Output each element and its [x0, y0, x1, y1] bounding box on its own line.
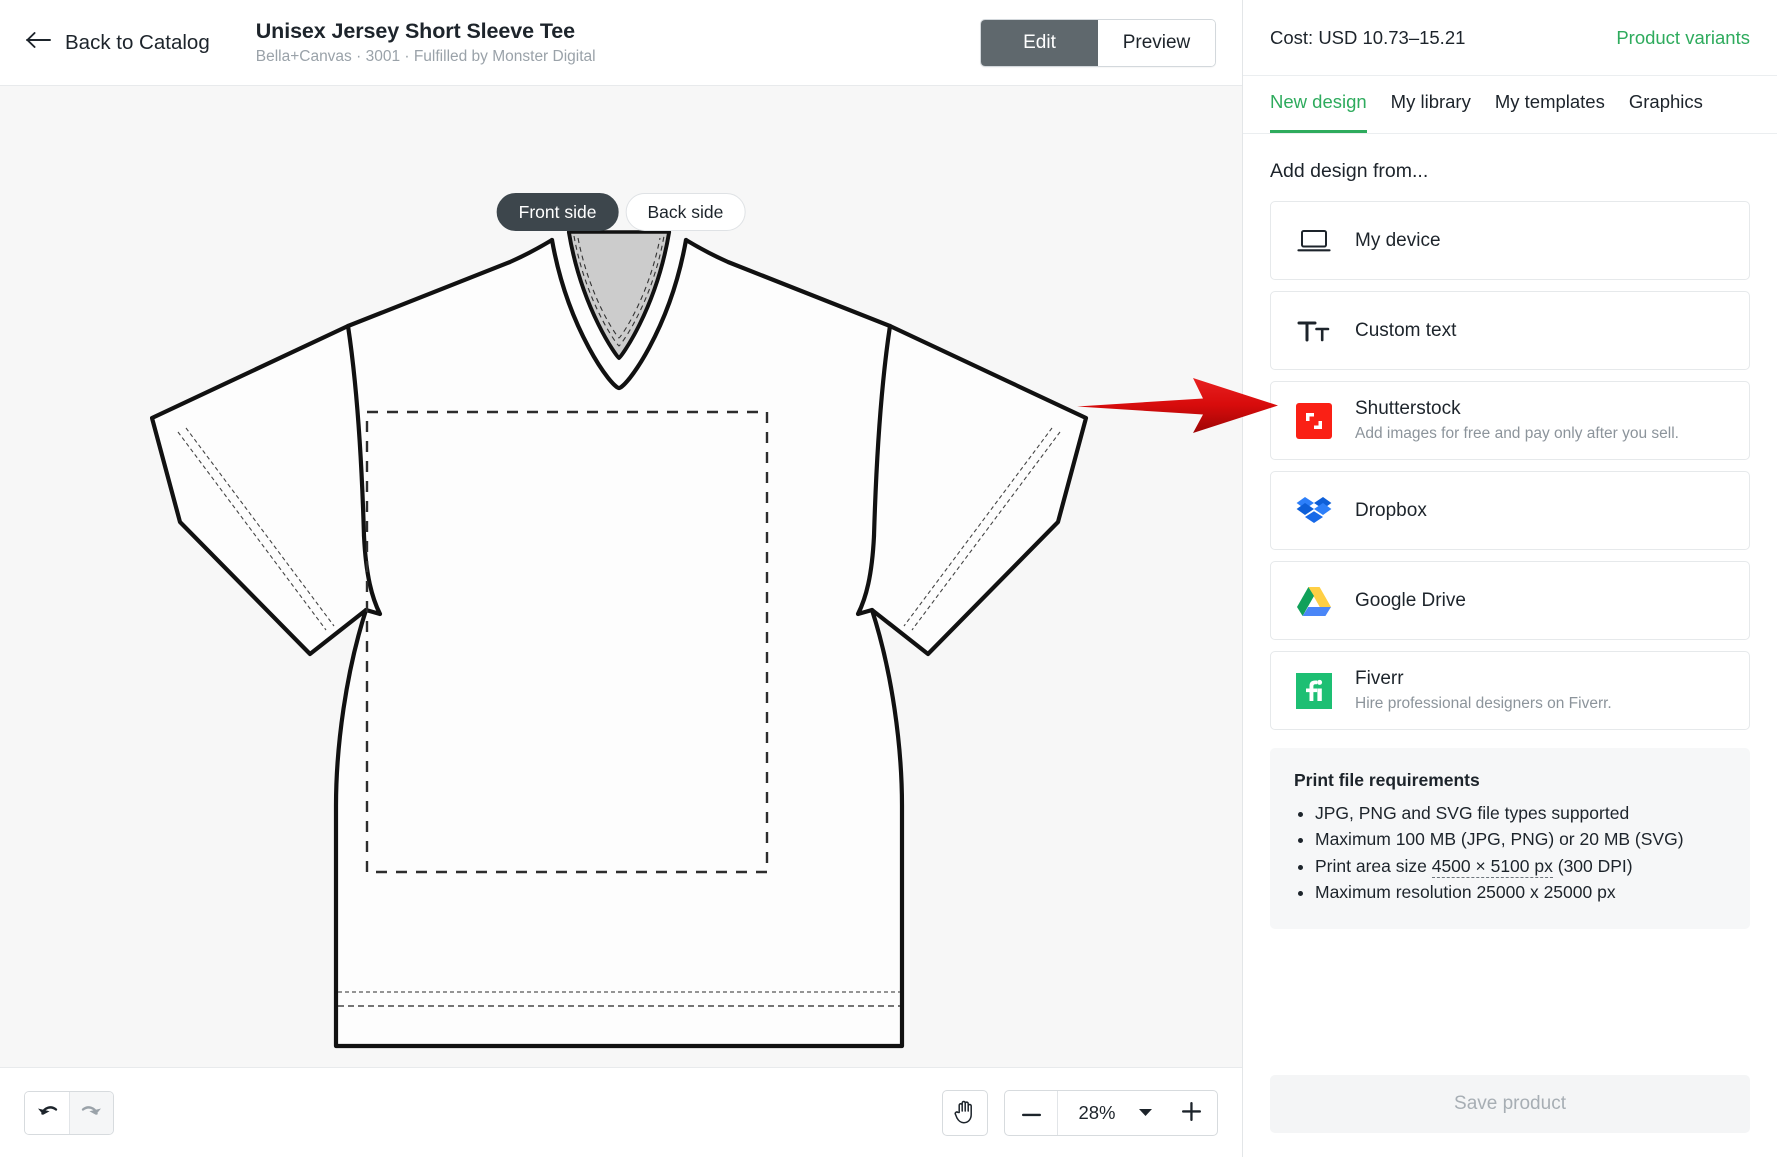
shutterstock-icon: [1293, 402, 1335, 439]
front-side-toggle[interactable]: Front side: [496, 193, 619, 231]
source-dropbox[interactable]: Dropbox: [1270, 471, 1750, 550]
save-product-button[interactable]: Save product: [1270, 1075, 1750, 1133]
tab-graphics[interactable]: Graphics: [1629, 76, 1703, 133]
text-format-icon: [1293, 318, 1335, 344]
product-meta: Bella+Canvas · 3001 · Fulfilled by Monst…: [255, 47, 596, 65]
undo-icon: [35, 1100, 60, 1125]
top-header: Back to Catalog Unisex Jersey Short Slee…: [0, 0, 1242, 86]
source-fiverr[interactable]: Fiverr Hire professional designers on Fi…: [1270, 651, 1750, 730]
source-label: Shutterstock: [1355, 398, 1461, 420]
source-text: Dropbox: [1355, 499, 1427, 523]
tab-my-library[interactable]: My library: [1391, 76, 1471, 133]
print-area-suffix: (300 DPI): [1552, 855, 1633, 876]
source-label: Dropbox: [1355, 499, 1427, 521]
product-title-block: Unisex Jersey Short Sleeve Tee Bella+Can…: [256, 19, 596, 66]
panel-tabs: New design My library My templates Graph…: [1243, 76, 1777, 134]
hand-pan-icon: [953, 1098, 977, 1127]
print-area-value: 4500 × 5100 px: [1431, 855, 1553, 878]
requirement-item: JPG, PNG and SVG file types supported: [1315, 800, 1726, 826]
requirements-list: JPG, PNG and SVG file types supported Ma…: [1294, 800, 1726, 905]
requirement-item-print-area: Print area size 4500 × 5100 px (300 DPI): [1315, 853, 1726, 879]
design-side-panel: Cost: USD 10.73–15.21 Product variants N…: [1243, 0, 1777, 1157]
product-designer-app: Back to Catalog Unisex Jersey Short Slee…: [0, 0, 1777, 1157]
preview-button[interactable]: Preview: [1098, 19, 1215, 66]
redo-icon: [79, 1100, 104, 1125]
source-label: Custom text: [1355, 319, 1457, 341]
print-area-prefix: Print area size: [1315, 855, 1432, 876]
source-shutterstock[interactable]: Shutterstock Add images for free and pay…: [1270, 381, 1750, 460]
source-description: Hire professional designers on Fiverr.: [1355, 695, 1612, 713]
source-google-drive[interactable]: Google Drive: [1270, 561, 1750, 640]
print-file-requirements: Print file requirements JPG, PNG and SVG…: [1270, 748, 1750, 929]
source-custom-text[interactable]: Custom text: [1270, 291, 1750, 370]
source-text: Google Drive: [1355, 589, 1466, 613]
back-side-toggle[interactable]: Back side: [625, 193, 746, 231]
source-label: My device: [1355, 229, 1441, 251]
chevron-down-icon: [1138, 1104, 1153, 1122]
source-my-device[interactable]: My device: [1270, 201, 1750, 280]
edit-button[interactable]: Edit: [981, 19, 1098, 66]
pan-tool-button[interactable]: [942, 1089, 988, 1136]
dropbox-icon: [1293, 495, 1335, 527]
zoom-toolbar: 28%: [942, 1089, 1218, 1136]
panel-footer: Save product: [1243, 1051, 1777, 1157]
minus-icon: [1021, 1105, 1041, 1120]
laptop-icon: [1293, 228, 1335, 254]
edit-preview-toggle: Edit Preview: [980, 18, 1216, 67]
tab-my-templates[interactable]: My templates: [1495, 76, 1605, 133]
cost-label: Cost: USD 10.73–15.21: [1270, 26, 1466, 48]
zoom-level-value: 28%: [1078, 1101, 1116, 1123]
page-title: Unisex Jersey Short Sleeve Tee: [255, 18, 576, 43]
zoom-out-button[interactable]: [1005, 1091, 1057, 1135]
redo-button[interactable]: [69, 1091, 113, 1134]
source-label: Fiverr: [1355, 668, 1404, 690]
zoom-level-dropdown[interactable]: 28%: [1057, 1090, 1165, 1135]
back-to-catalog-link[interactable]: Back to Catalog: [26, 31, 210, 55]
source-label: Google Drive: [1355, 589, 1466, 611]
tshirt-mockup: [150, 206, 1090, 1067]
plus-icon: [1181, 1101, 1201, 1124]
requirements-title: Print file requirements: [1294, 770, 1480, 790]
source-text: Fiverr Hire professional designers on Fi…: [1355, 667, 1612, 713]
zoom-in-button[interactable]: [1165, 1091, 1217, 1135]
source-text: Shutterstock Add images for free and pay…: [1355, 397, 1679, 443]
source-text: Custom text: [1355, 319, 1456, 343]
arrow-left-icon: [26, 31, 52, 55]
source-description: Add images for free and pay only after y…: [1355, 425, 1679, 443]
requirement-item: Maximum 100 MB (JPG, PNG) or 20 MB (SVG): [1315, 826, 1726, 852]
google-drive-icon: [1293, 585, 1335, 617]
canvas-bottom-toolbar: 28%: [0, 1067, 1242, 1157]
back-to-catalog-label: Back to Catalog: [65, 30, 210, 54]
fiverr-icon: [1293, 672, 1335, 709]
source-text: My device: [1355, 229, 1441, 253]
tab-new-design[interactable]: New design: [1270, 76, 1367, 133]
add-design-from-heading: Add design from...: [1270, 160, 1429, 182]
zoom-control-group: 28%: [1004, 1089, 1218, 1136]
history-button-group: [24, 1090, 114, 1135]
design-canvas[interactable]: Front side Back side: [0, 86, 1242, 1067]
panel-body: Add design from... My device Custom text…: [1243, 134, 1777, 1051]
product-variants-link[interactable]: Product variants: [1616, 27, 1750, 49]
side-toggle-group: Front side Back side: [496, 193, 746, 231]
requirement-item: Maximum resolution 25000 x 25000 px: [1315, 879, 1726, 905]
editor-left-pane: Back to Catalog Unisex Jersey Short Slee…: [0, 0, 1243, 1157]
panel-header: Cost: USD 10.73–15.21 Product variants: [1243, 0, 1777, 76]
undo-button[interactable]: [25, 1091, 69, 1134]
